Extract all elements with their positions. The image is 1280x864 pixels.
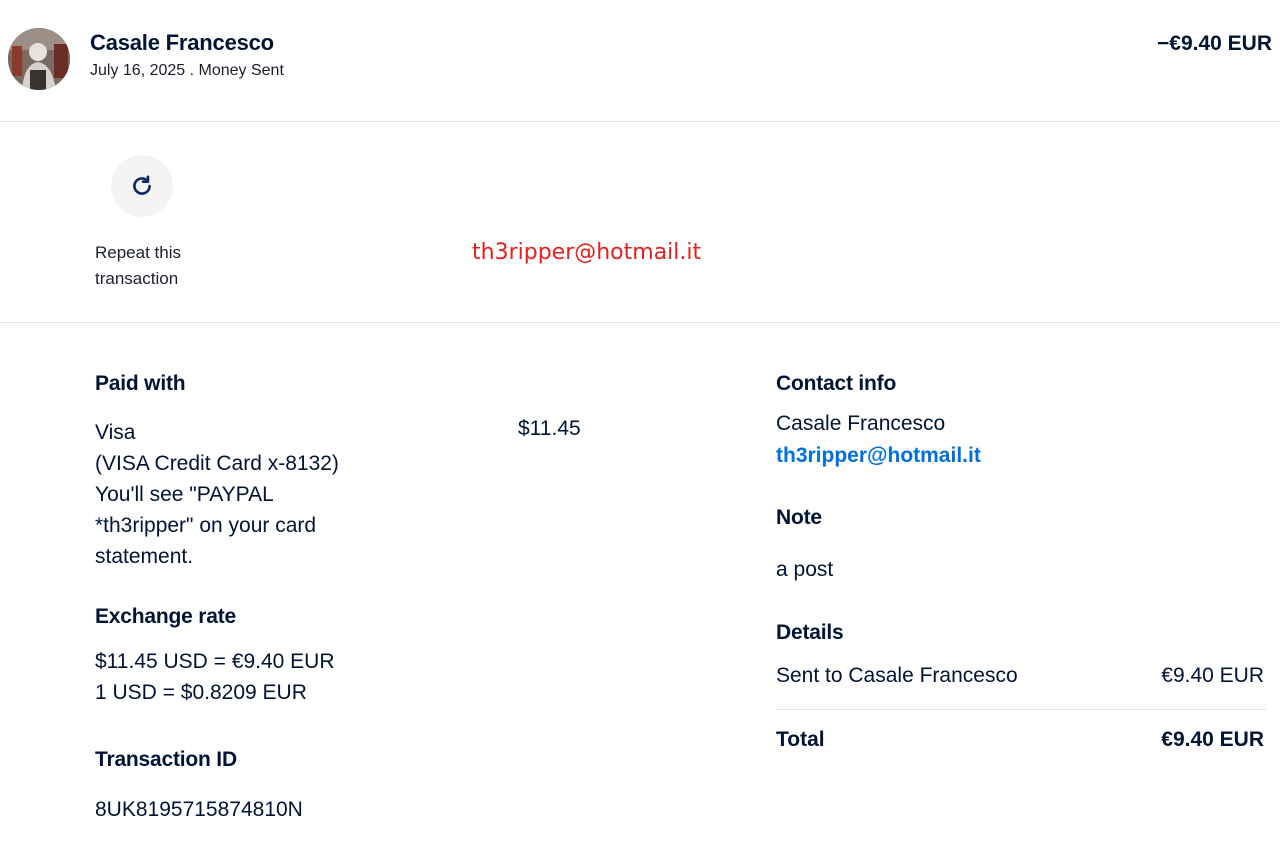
payment-method-line: You'll see "PAYPAL [95, 483, 274, 506]
payment-method-line: statement. [95, 545, 194, 568]
transaction-id-heading: Transaction ID [95, 748, 237, 771]
contact-name: Casale Francesco [776, 412, 946, 435]
repeat-transaction-button[interactable] [111, 155, 173, 217]
transaction-details-page: Casale Francesco July 16, 2025 . Money S… [0, 0, 1280, 864]
exchange-rate-line: $11.45 USD = €9.40 EUR [95, 650, 335, 673]
exchange-rate-line: 1 USD = $0.8209 EUR [95, 681, 307, 704]
contact-email-link[interactable]: th3ripper@hotmail.it [776, 444, 981, 468]
counterparty-name: Casale Francesco [90, 30, 274, 55]
payment-method-line: (VISA Credit Card x-8132) [95, 452, 339, 475]
sent-to-amount: €9.40 EUR [1161, 664, 1264, 687]
transaction-id-value: 8UK8195715874810N [95, 798, 303, 821]
total-label: Total [776, 728, 825, 751]
paid-with-heading: Paid with [95, 372, 186, 395]
repeat-section: Repeat this transaction th3ripper@hotmai… [0, 122, 1280, 323]
transaction-header: Casale Francesco July 16, 2025 . Money S… [0, 0, 1280, 122]
paid-amount: $11.45 [518, 417, 581, 440]
exchange-rate-values: $11.45 USD = €9.40 EUR 1 USD = $0.8209 E… [95, 646, 335, 708]
details-sent-row: Sent to Casale Francesco €9.40 EUR [776, 664, 1266, 710]
payment-method-block: Visa (VISA Credit Card x-8132) You'll se… [95, 417, 395, 572]
note-heading: Note [776, 506, 822, 529]
details-heading: Details [776, 621, 844, 644]
avatar [8, 28, 70, 90]
sent-to-label: Sent to Casale Francesco [776, 664, 1018, 687]
transaction-amount: −€9.40 EUR [1157, 32, 1272, 55]
refresh-icon [133, 175, 151, 195]
transaction-date-type: July 16, 2025 . Money Sent [90, 62, 284, 79]
payment-method-line: *th3ripper" on your card [95, 514, 317, 537]
total-amount: €9.40 EUR [1161, 728, 1264, 751]
exchange-rate-heading: Exchange rate [95, 605, 236, 628]
profile-photo-icon [8, 28, 70, 90]
contact-info-heading: Contact info [776, 372, 897, 395]
overlay-email-annotation: th3ripper@hotmail.it [472, 240, 702, 265]
note-value: a post [776, 558, 834, 581]
payment-method-name: Visa [95, 421, 136, 444]
repeat-transaction-label[interactable]: Repeat this transaction [95, 240, 235, 292]
